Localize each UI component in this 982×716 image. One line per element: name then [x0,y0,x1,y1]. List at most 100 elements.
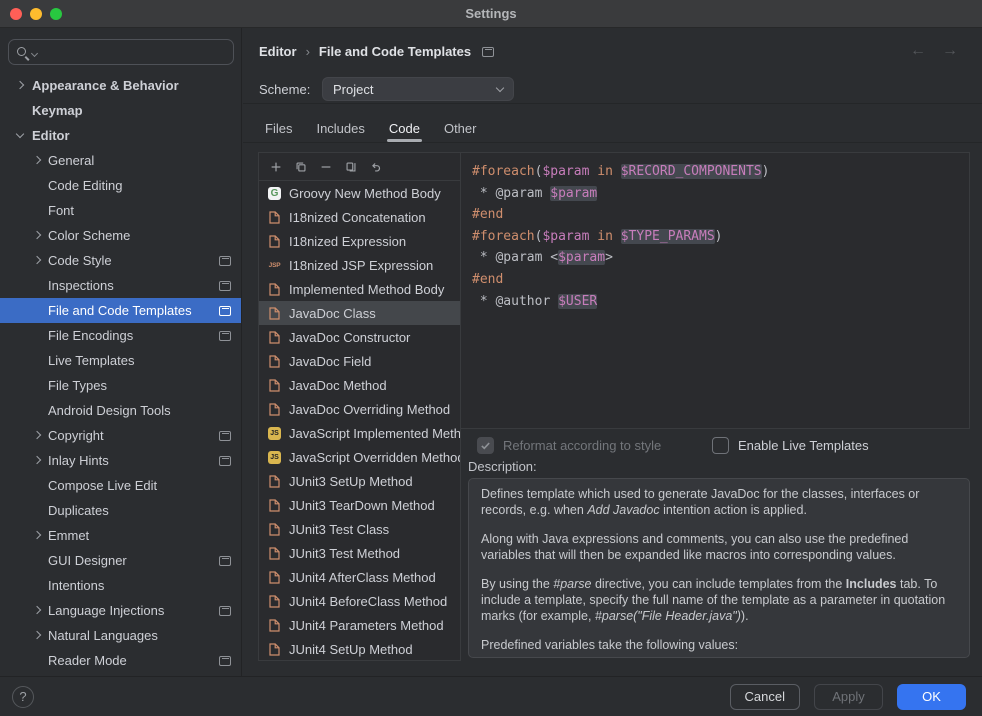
tab-code[interactable]: Code [377,116,432,142]
tabbar-divider [243,142,982,143]
template-file-icon [267,211,282,224]
sidebar-item-intentions[interactable]: Intentions [0,573,241,598]
back-icon[interactable]: ← [910,43,926,59]
reset-to-default-button[interactable] [368,159,384,175]
sidebar-item-natural-languages[interactable]: Natural Languages [0,623,241,648]
chevron-right-icon[interactable] [33,456,41,464]
template-item-i18nized-expression[interactable]: I18nized Expression [259,229,460,253]
template-editor[interactable]: #foreach($param in $RECORD_COMPONENTS) *… [461,152,970,429]
sidebar-item-copyright[interactable]: Copyright [0,423,241,448]
jsp-file-icon: JSP [267,259,282,272]
template-item-javascript-implemented-method[interactable]: JSJavaScript Implemented Method [259,421,460,445]
sidebar-item-reader-mode[interactable]: Reader Mode [0,648,241,673]
chevron-right-icon[interactable] [33,606,41,614]
template-item-i18nized-concatenation[interactable]: I18nized Concatenation [259,205,460,229]
template-item-javadoc-overriding-method[interactable]: JavaDoc Overriding Method [259,397,460,421]
sidebar-item-compose-live-edit[interactable]: Compose Live Edit [0,473,241,498]
settings-search-field[interactable] [8,39,234,65]
sidebar-item-label: Intentions [48,578,104,593]
project-override-icon [219,256,231,266]
breadcrumb-editor[interactable]: Editor [259,44,297,59]
tab-other[interactable]: Other [432,116,489,142]
chevron-right-icon[interactable] [33,156,41,164]
template-item-javadoc-constructor[interactable]: JavaDoc Constructor [259,325,460,349]
ok-button[interactable]: OK [897,684,966,710]
sidebar-item-live-templates[interactable]: Live Templates [0,348,241,373]
sidebar-item-appearance-behavior[interactable]: Appearance & Behavior [0,73,241,98]
chevron-right-icon[interactable] [33,431,41,439]
close-window-button[interactable] [10,8,22,20]
tab-files[interactable]: Files [253,116,304,142]
forward-icon[interactable]: → [942,43,958,59]
template-file-icon [267,355,282,368]
live-templates-checkbox[interactable] [712,437,729,454]
template-item-junit4-beforeclass-method[interactable]: JUnit4 BeforeClass Method [259,589,460,613]
copy-template-button[interactable] [343,159,359,175]
chevron-right-icon[interactable] [33,256,41,264]
scheme-select[interactable]: Project [322,77,514,101]
template-item-javascript-overridden-method[interactable]: JSJavaScript Overridden Method [259,445,460,469]
live-templates-label: Enable Live Templates [738,438,869,453]
sidebar-item-general[interactable]: General [0,148,241,173]
sidebar-item-code-editing[interactable]: Code Editing [0,173,241,198]
chevron-right-icon[interactable] [33,231,41,239]
template-item-javadoc-method[interactable]: JavaDoc Method [259,373,460,397]
sidebar-item-duplicates[interactable]: Duplicates [0,498,241,523]
sidebar-item-font[interactable]: Font [0,198,241,223]
sidebar-item-file-encodings[interactable]: File Encodings [0,323,241,348]
sidebar-item-language-injections[interactable]: Language Injections [0,598,241,623]
groovy-file-icon: G [267,187,282,200]
chevron-right-icon[interactable] [16,81,24,89]
reformat-checkbox[interactable] [477,437,494,454]
template-item-junit3-teardown-method[interactable]: JUnit3 TearDown Method [259,493,460,517]
titlebar: Settings [0,0,982,28]
fullscreen-window-button[interactable] [50,8,62,20]
template-file-icon [267,619,282,632]
code-line: #end [472,204,961,226]
template-item-junit4-setup-method[interactable]: JUnit4 SetUp Method [259,637,460,660]
help-button[interactable]: ? [12,686,34,708]
breadcrumb-separator-icon: › [306,44,310,59]
template-item-javadoc-field[interactable]: JavaDoc Field [259,349,460,373]
template-item-label: JUnit3 SetUp Method [289,474,413,489]
sidebar-item-keymap[interactable]: Keymap [0,98,241,123]
template-item-junit3-setup-method[interactable]: JUnit3 SetUp Method [259,469,460,493]
sidebar-item-inspections[interactable]: Inspections [0,273,241,298]
cancel-button[interactable]: Cancel [730,684,800,710]
sidebar-item-color-scheme[interactable]: Color Scheme [0,223,241,248]
template-item-junit3-test-class[interactable]: JUnit3 Test Class [259,517,460,541]
remove-template-button[interactable] [318,159,334,175]
settings-sidebar: Appearance & BehaviorKeymapEditorGeneral… [0,28,242,676]
tab-includes[interactable]: Includes [304,116,376,142]
add-template-button[interactable] [268,159,284,175]
sidebar-item-editor[interactable]: Editor [0,123,241,148]
template-item-junit4-parameters-method[interactable]: JUnit4 Parameters Method [259,613,460,637]
sidebar-item-android-design-tools[interactable]: Android Design Tools [0,398,241,423]
sidebar-item-inlay-hints[interactable]: Inlay Hints [0,448,241,473]
template-item-junit3-test-method[interactable]: JUnit3 Test Method [259,541,460,565]
code-line: #end [472,269,961,291]
sidebar-item-emmet[interactable]: Emmet [0,523,241,548]
create-child-template-button[interactable] [293,159,309,175]
template-item-i18nized-jsp-expression[interactable]: JSPI18nized JSP Expression [259,253,460,277]
sidebar-item-gui-designer[interactable]: GUI Designer [0,548,241,573]
sidebar-item-code-style[interactable]: Code Style [0,248,241,273]
code-line: #foreach($param in $TYPE_PARAMS) [472,226,961,248]
template-item-groovy-new-method-body[interactable]: G Groovy New Method Body [259,181,460,205]
template-item-label: Groovy New Method Body [289,186,441,201]
sidebar-item-label: Copyright [48,428,104,443]
minimize-window-button[interactable] [30,8,42,20]
template-list: G Groovy New Method Body I18nized Concaten… [259,181,460,660]
chevron-right-icon[interactable] [33,531,41,539]
project-override-icon [482,47,494,57]
template-item-implemented-method-body[interactable]: Implemented Method Body [259,277,460,301]
apply-button[interactable]: Apply [814,684,883,710]
chevron-right-icon[interactable] [33,631,41,639]
template-item-junit4-afterclass-method[interactable]: JUnit4 AfterClass Method [259,565,460,589]
sidebar-item-file-and-code-templates[interactable]: File and Code Templates [0,298,241,323]
template-file-icon [267,235,282,248]
search-input[interactable] [45,41,227,63]
chevron-down-icon[interactable] [16,130,24,138]
sidebar-item-file-types[interactable]: File Types [0,373,241,398]
template-item-javadoc-class[interactable]: JavaDoc Class [259,301,460,325]
